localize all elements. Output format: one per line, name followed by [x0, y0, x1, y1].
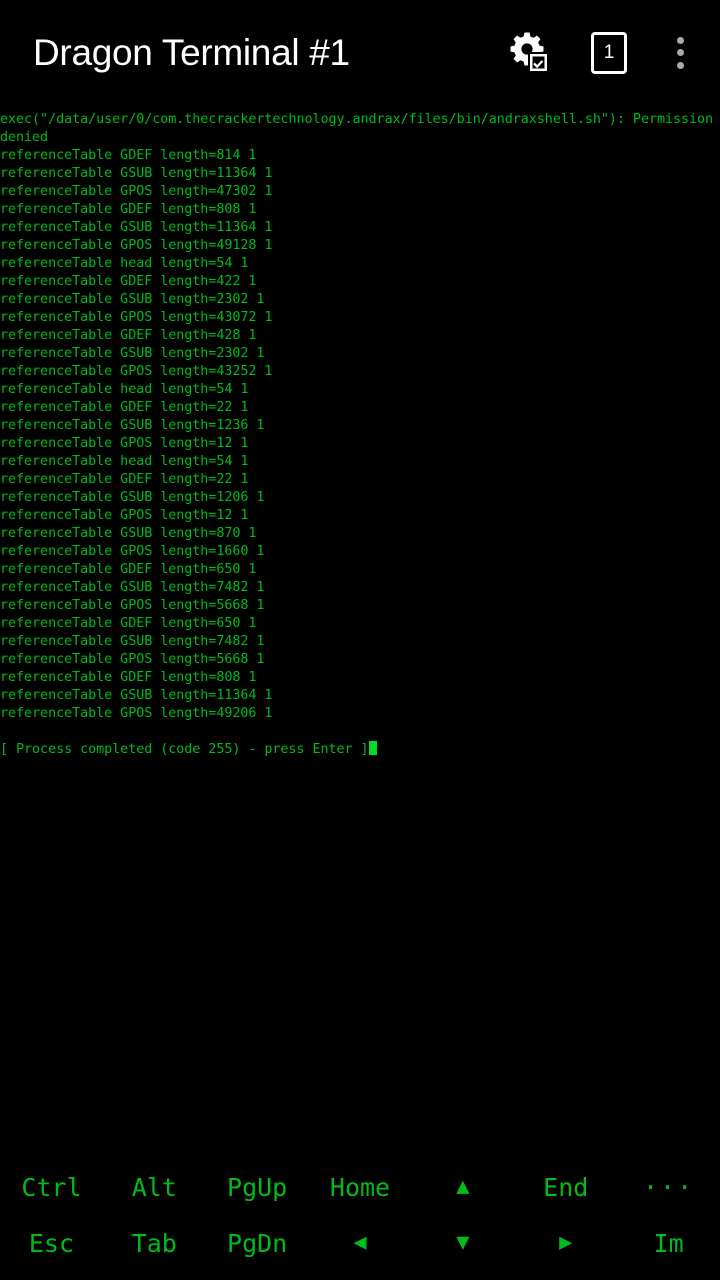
terminal-line: referenceTable GPOS length=43072 1	[0, 310, 273, 325]
terminal-line: referenceTable GSUB length=1236 1	[0, 418, 265, 433]
terminal-cursor	[368, 741, 377, 755]
key-ctrl[interactable]: Ctrl	[0, 1175, 103, 1200]
terminal-line: referenceTable GPOS length=5668 1	[0, 598, 265, 613]
key-home[interactable]: Home	[309, 1175, 412, 1200]
terminal-line: referenceTable GPOS length=5668 1	[0, 652, 265, 667]
key-arrow-left[interactable]: ◀	[309, 1232, 412, 1254]
terminal-line: referenceTable GPOS length=1660 1	[0, 544, 265, 559]
gear-checklist-icon	[506, 28, 552, 77]
terminal-line: referenceTable GPOS length=47302 1	[0, 184, 273, 199]
terminal-line: referenceTable GDEF length=650 1	[0, 616, 257, 631]
terminal-line: referenceTable GSUB length=2302 1	[0, 346, 265, 361]
page-title: Dragon Terminal #1	[33, 32, 350, 73]
terminal-line: referenceTable head length=54 1	[0, 454, 249, 469]
terminal-output[interactable]: exec("/data/user/0/com.thecrackertechnol…	[0, 111, 720, 1151]
terminal-line: referenceTable GDEF length=650 1	[0, 562, 257, 577]
terminal-line: referenceTable GPOS length=12 1	[0, 508, 249, 523]
terminal-status-line: [ Process completed (code 255) - press E…	[0, 741, 720, 759]
terminal-line: referenceTable GDEF length=814 1	[0, 148, 257, 163]
settings-button[interactable]	[496, 17, 562, 89]
terminal-line: referenceTable GDEF length=22 1	[0, 472, 249, 487]
terminal-line: referenceTable GSUB length=11364 1	[0, 220, 273, 235]
key-end[interactable]: End	[514, 1175, 617, 1200]
key-toolbar: Ctrl Alt PgUp Home ▲ End ··· Esc Tab PgD…	[0, 1150, 720, 1280]
terminal-line: referenceTable GSUB length=870 1	[0, 526, 257, 541]
tab-counter-icon: 1	[591, 31, 627, 74]
terminal-line: referenceTable GDEF length=22 1	[0, 400, 249, 415]
terminal-line: referenceTable GDEF length=428 1	[0, 328, 257, 343]
terminal-line: referenceTable GSUB length=11364 1	[0, 166, 273, 181]
key-esc[interactable]: Esc	[0, 1231, 103, 1256]
key-arrow-right[interactable]: ▶	[514, 1232, 617, 1254]
tab-counter-button[interactable]: 1	[576, 17, 642, 89]
key-more[interactable]: ···	[617, 1175, 720, 1200]
terminal-line: denied	[0, 130, 49, 145]
key-pgup[interactable]: PgUp	[206, 1175, 309, 1200]
tab-count-label: 1	[603, 42, 615, 63]
terminal-line: referenceTable GPOS length=49206 1	[0, 706, 273, 721]
key-arrow-up[interactable]: ▲	[411, 1176, 514, 1198]
key-alt[interactable]: Alt	[103, 1175, 206, 1200]
terminal-line: exec("/data/user/0/com.thecrackertechnol…	[0, 112, 714, 127]
key-ime[interactable]: Im	[617, 1231, 720, 1256]
terminal-line: referenceTable GSUB length=7482 1	[0, 580, 265, 595]
terminal-line: referenceTable GDEF length=808 1	[0, 670, 257, 685]
terminal-line: referenceTable head length=54 1	[0, 256, 249, 271]
terminal-line: referenceTable GDEF length=808 1	[0, 202, 257, 217]
overflow-menu-button[interactable]	[652, 17, 708, 89]
three-dots-vertical-icon	[676, 36, 684, 69]
key-pgdn[interactable]: PgDn	[206, 1231, 309, 1256]
key-row-1: Ctrl Alt PgUp Home ▲ End ···	[0, 1159, 720, 1215]
terminal-line: referenceTable head length=54 1	[0, 382, 249, 397]
terminal-status-text: [ Process completed (code 255) - press E…	[0, 742, 369, 757]
key-row-2: Esc Tab PgDn ◀ ▼ ▶ Im	[0, 1215, 720, 1271]
key-arrow-down[interactable]: ▼	[411, 1232, 514, 1254]
app-bar-actions: 1	[496, 0, 720, 105]
terminal-line: referenceTable GSUB length=11364 1	[0, 688, 273, 703]
terminal-line: referenceTable GSUB length=1206 1	[0, 490, 265, 505]
app-bar: Dragon Terminal #1 1	[0, 0, 720, 105]
terminal-line: referenceTable GDEF length=422 1	[0, 274, 257, 289]
key-tab[interactable]: Tab	[103, 1231, 206, 1256]
terminal-line: referenceTable GSUB length=7482 1	[0, 634, 265, 649]
terminal-line: referenceTable GPOS length=43252 1	[0, 364, 273, 379]
terminal-line: referenceTable GSUB length=2302 1	[0, 292, 265, 307]
terminal-line: referenceTable GPOS length=49128 1	[0, 238, 273, 253]
terminal-line: referenceTable GPOS length=12 1	[0, 436, 249, 451]
